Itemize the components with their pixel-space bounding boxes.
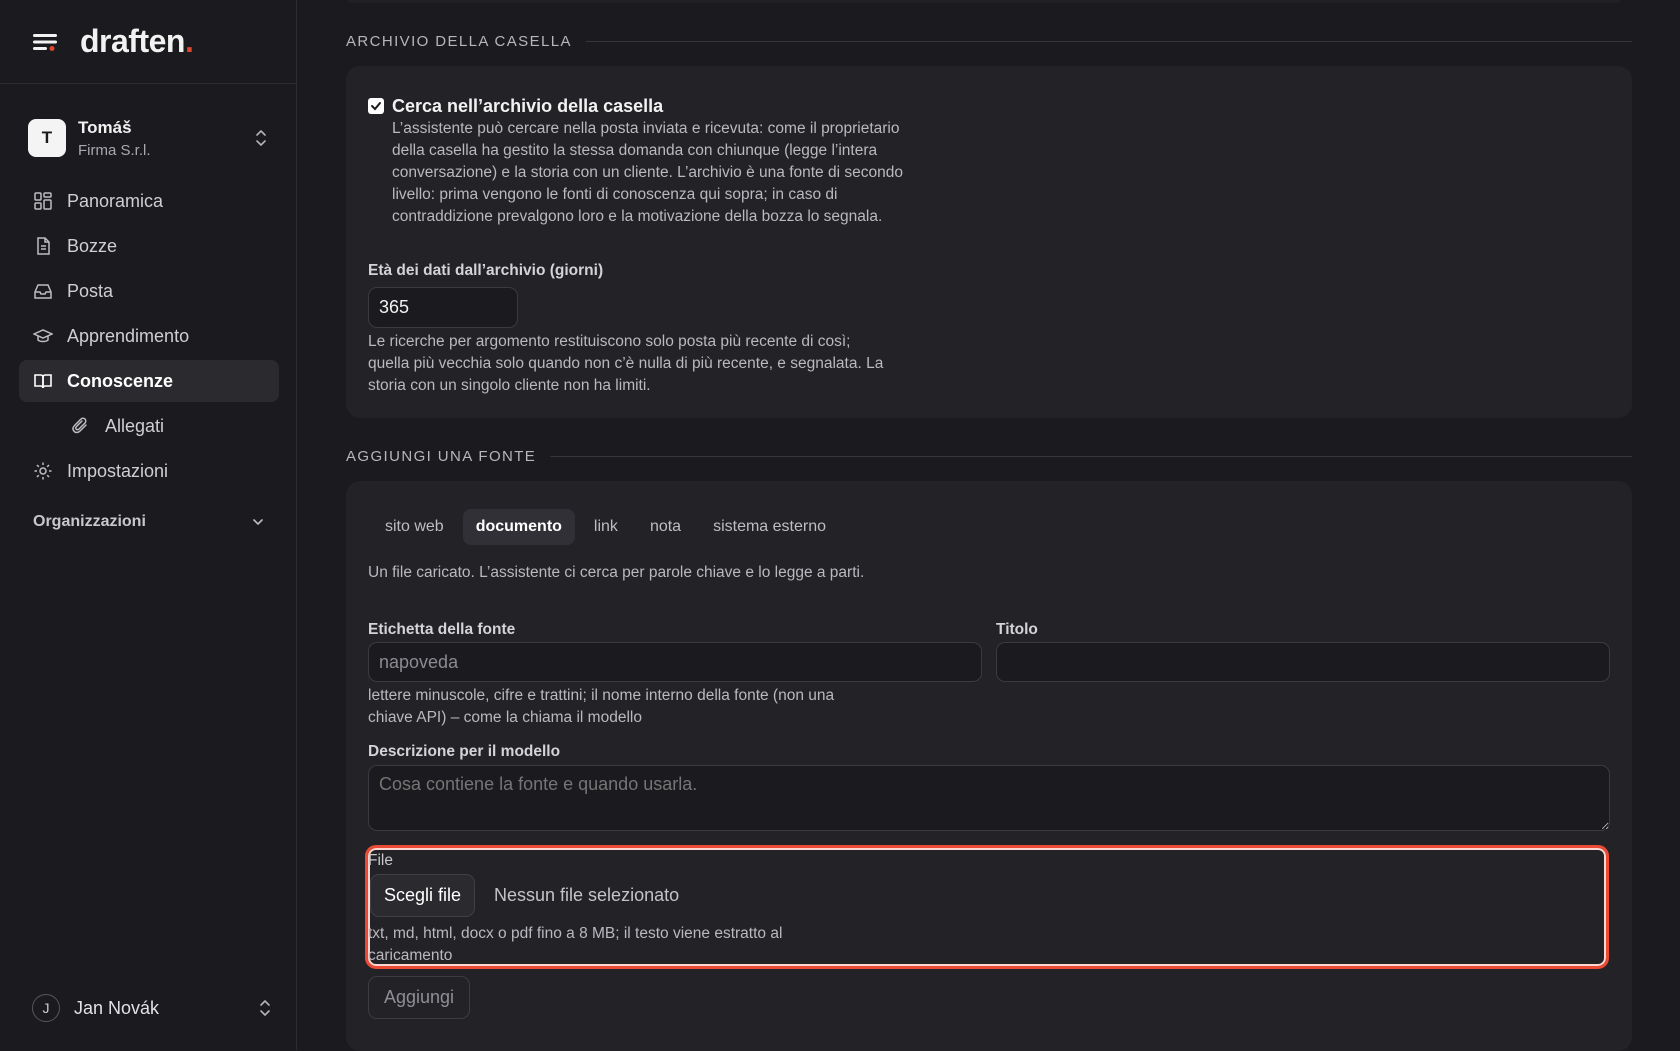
document-icon [37,237,50,255]
source-label-hint: lettere minuscole, cifre e trattini; il … [368,687,835,726]
chevron-down-icon [251,515,265,529]
archive-description: L’assistente può cercare nella posta inv… [392,120,903,225]
add-source-card: sito web documento link nota sistema est… [346,481,1632,1051]
age-hint: Le ricerche per argomento restituiscono … [368,333,884,394]
title-input[interactable] [996,642,1610,682]
tab-nota[interactable]: nota [637,509,694,545]
description-textarea[interactable] [368,765,1610,831]
org-company: Firma S.r.l. [78,141,151,159]
user-name: Jan Novák [74,997,160,1018]
archive-checkbox-row[interactable]: Cerca nell’archivio della casella [368,96,663,117]
sidebar-item-label: Impostazioni [67,460,169,481]
sidebar-group-label: Organizzazioni [33,513,146,530]
sidebar-item-label: Allegati [105,415,165,436]
org-name: Tomáš [78,117,132,137]
archive-section-header: ARCHIVIO DELLA CASELLA [346,33,1632,50]
sidebar-item-conoscenze[interactable]: Conoscenze [19,360,279,402]
sidebar-item-panoramica[interactable]: Panoramica [19,180,279,222]
sidebar-group-organizzazioni[interactable]: Organizzazioni [19,502,279,542]
main-content: ARCHIVIO DELLA CASELLA Cerca nell’archiv… [298,0,1680,1051]
menu-icon[interactable] [32,31,60,53]
brand-bar: draften. [0,0,296,84]
title-label: Titolo [996,621,1038,638]
org-text: Tomáš Firma S.r.l. [78,118,254,159]
paperclip-icon [72,417,87,434]
divider [585,41,1632,42]
tab-sito-web[interactable]: sito web [372,509,457,545]
previous-card [346,0,1622,3]
file-hint: txt, md, html, docx o pdf fino a 8 MB; i… [368,925,783,964]
sidebar-item-impostazioni[interactable]: Impostazioni [19,450,279,492]
file-status: Nessun file selezionato [494,885,680,905]
brand-logo[interactable]: draften. [80,23,194,60]
inbox-icon [34,284,52,299]
divider [550,456,1632,457]
dashboard-icon [34,192,52,210]
sidebar-item-label: Bozze [67,235,118,256]
user-avatar: J [32,994,60,1022]
sidebar: draften. T Tomáš Firma S.r.l. Panoramica… [0,0,297,1050]
graduation-cap-icon [33,329,53,343]
source-label-label: Etichetta della fonte [368,621,516,638]
tab-documento[interactable]: documento [462,509,575,545]
archive-checkbox-label: Cerca nell’archivio della casella [392,96,664,116]
sidebar-item-bozze[interactable]: Bozze [19,225,279,267]
sidebar-item-label: Conoscenze [67,370,174,391]
source-type-tabs: sito web documento link nota sistema est… [372,509,845,545]
sidebar-item-label: Apprendimento [67,325,190,346]
sidebar-item-label: Posta [67,280,114,301]
book-icon [34,374,52,389]
source-intro: Un file caricato. L’assistente ci cerca … [368,564,865,581]
user-menu[interactable]: J Jan Novák [32,990,272,1026]
description-label: Descrizione per il modello [368,743,561,760]
archive-card: Cerca nell’archivio della casella L’assi… [346,66,1632,418]
add-source-section-header: AGGIUNGI UNA FONTE [346,448,1632,465]
sidebar-item-posta[interactable]: Posta [19,270,279,312]
org-switcher[interactable]: T Tomáš Firma S.r.l. [28,116,268,160]
archive-checkbox[interactable] [368,98,384,114]
tab-link[interactable]: link [581,509,631,545]
age-label: Età dei dati dall’archivio (giorni) [368,262,604,279]
section-title: ARCHIVIO DELLA CASELLA [346,33,572,50]
tab-sistema-esterno[interactable]: sistema esterno [700,509,839,545]
file-label: File [368,852,393,869]
sidebar-item-apprendimento[interactable]: Apprendimento [19,315,279,357]
chevron-up-down-icon [254,127,268,149]
source-label-input[interactable] [368,642,982,682]
sidebar-item-label: Panoramica [67,190,164,211]
choose-file-button[interactable]: Scegli file [370,874,476,917]
gear-icon [34,462,52,480]
section-title: AGGIUNGI UNA FONTE [346,448,537,465]
org-avatar: T [28,119,66,157]
chevron-up-down-icon [258,997,272,1019]
sidebar-item-allegati[interactable]: Allegati [19,405,279,447]
sidebar-nav: Panoramica Bozze Posta Apprendimento Con… [19,180,279,542]
age-input[interactable] [368,287,518,328]
file-field: File Scegli file Nessun file selezionato… [365,845,1609,969]
add-source-button[interactable]: Aggiungi [368,976,471,1019]
